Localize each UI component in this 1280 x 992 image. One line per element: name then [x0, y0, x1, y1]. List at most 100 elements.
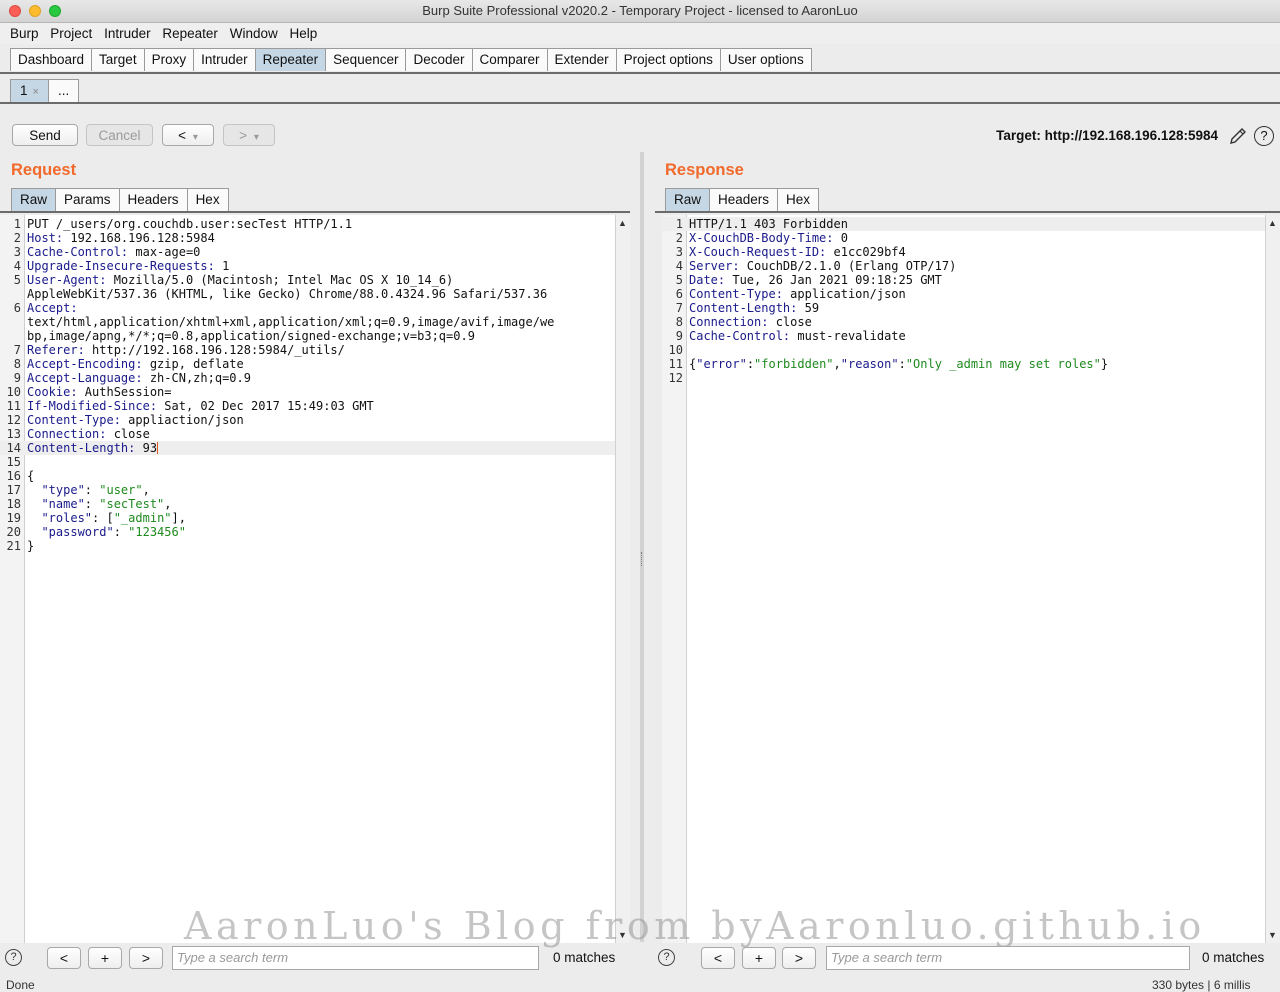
request-code-line: 12 Content-Type: appliaction/json — [0, 413, 615, 427]
response-search-input[interactable]: Type a search term — [826, 946, 1190, 970]
pencil-icon[interactable] — [1228, 126, 1248, 146]
cancel-button[interactable]: Cancel — [86, 124, 153, 146]
line-text: Connection: close — [27, 427, 150, 441]
line-text: Connection: close — [689, 315, 812, 329]
json-punct: : [ — [92, 511, 114, 525]
header-name: X-CouchDB-Body-Time: — [689, 231, 834, 245]
forward-button[interactable]: > ▾ — [223, 124, 275, 146]
response-tab-hex[interactable]: Hex — [777, 188, 820, 211]
new-repeater-tab[interactable]: ... — [47, 79, 80, 102]
request-code-line: 6 Accept: — [0, 301, 615, 315]
response-search-bar: ? < + > Type a search term 0 matches — [650, 946, 1280, 972]
response-search-help-icon[interactable]: ? — [658, 949, 675, 966]
response-search-add-button[interactable]: + — [742, 947, 776, 969]
request-tab-params[interactable]: Params — [55, 188, 120, 211]
menu-repeater[interactable]: Repeater — [162, 26, 218, 41]
request-tab-headers[interactable]: Headers — [118, 188, 188, 211]
response-code-line: 1 HTTP/1.1 403 Forbidden — [662, 217, 1265, 231]
header-name: User-Agent: — [27, 273, 107, 287]
pane-splitter[interactable] — [640, 152, 644, 942]
response-scrollbar[interactable]: ▲ ▼ — [1265, 215, 1280, 943]
header-value: 93 — [135, 441, 158, 455]
maximize-window-icon[interactable] — [49, 5, 61, 17]
close-tab-icon[interactable]: × — [33, 86, 39, 98]
header-value: Sat, 02 Dec 2017 15:49:03 GMT — [157, 399, 374, 413]
send-button[interactable]: Send — [12, 124, 78, 146]
line-text: bp,image/apng,*/*;q=0.8,application/sign… — [27, 329, 475, 343]
back-dropdown-icon[interactable]: ▾ — [193, 132, 198, 143]
scroll-up-icon[interactable]: ▲ — [1268, 218, 1277, 228]
line-number: 2 — [675, 231, 683, 245]
request-code-line: 17 "type": "user", — [0, 483, 615, 497]
request-search-input[interactable]: Type a search term — [172, 946, 539, 970]
header-value: max-age=0 — [128, 245, 201, 259]
request-search-next-button[interactable]: > — [129, 947, 163, 969]
response-code-line: 5 Date: Tue, 26 Jan 2021 09:18:25 GMT — [662, 273, 1265, 287]
json-string: "Only _admin may set roles" — [905, 357, 1101, 371]
line-text: { — [27, 469, 34, 483]
splitter-grip-icon[interactable] — [641, 552, 644, 566]
line-text: "roles": ["_admin"], — [27, 511, 186, 525]
request-tab-hex[interactable]: Hex — [186, 188, 229, 211]
tab-project-options[interactable]: Project options — [615, 48, 721, 71]
tab-proxy[interactable]: Proxy — [143, 48, 195, 71]
tab-target[interactable]: Target — [91, 48, 145, 71]
header-name: Content-Type: — [689, 287, 783, 301]
tab-intruder[interactable]: Intruder — [193, 48, 256, 71]
header-value: must-revalidate — [790, 329, 906, 343]
header-value: appliaction/json — [120, 413, 244, 427]
menu-project[interactable]: Project — [50, 26, 92, 41]
tab-dashboard[interactable]: Dashboard — [10, 48, 93, 71]
menu-burp[interactable]: Burp — [10, 26, 39, 41]
request-editor[interactable]: 1 PUT /_users/org.couchdb.user:secTest HT… — [0, 215, 615, 943]
response-search-matches: 0 matches — [1202, 950, 1265, 965]
scroll-down-icon[interactable]: ▼ — [1268, 930, 1277, 940]
line-text: If-Modified-Since: Sat, 02 Dec 2017 15:4… — [27, 399, 374, 413]
response-tab-raw[interactable]: Raw — [665, 188, 711, 211]
line-number: 17 — [6, 483, 21, 497]
response-tab-headers[interactable]: Headers — [709, 188, 779, 211]
response-editor[interactable]: 1 HTTP/1.1 403 Forbidden 2 X-CouchDB-Body-T… — [662, 215, 1265, 943]
response-code-line: 8 Connection: close — [662, 315, 1265, 329]
header-name: Content-Length: — [27, 441, 136, 455]
header-name: X-Couch-Request-ID: — [689, 245, 827, 259]
request-search-add-button[interactable]: + — [88, 947, 122, 969]
minimize-window-icon[interactable] — [29, 5, 41, 17]
repeater-tab-1[interactable]: 1 × — [10, 79, 49, 102]
json-punct: , — [833, 357, 841, 371]
tab-comparer[interactable]: Comparer — [471, 48, 548, 71]
json-key: "roles" — [27, 511, 93, 525]
close-window-icon[interactable] — [9, 5, 21, 17]
scroll-up-icon[interactable]: ▲ — [618, 218, 627, 228]
request-scrollbar[interactable]: ▲ ▼ — [615, 215, 630, 943]
tab-repeater[interactable]: Repeater — [254, 48, 327, 71]
tab-sequencer[interactable]: Sequencer — [325, 48, 407, 71]
line-number: 8 — [13, 357, 21, 371]
request-tab-raw[interactable]: Raw — [11, 188, 57, 211]
json-string: "123456" — [128, 525, 186, 539]
back-button[interactable]: < ▾ — [162, 124, 214, 146]
menu-help[interactable]: Help — [289, 26, 317, 41]
forward-dropdown-icon[interactable]: ▾ — [254, 132, 259, 143]
request-search-help-icon[interactable]: ? — [5, 949, 22, 966]
tab-user-options[interactable]: User options — [719, 48, 812, 71]
window-title: Burp Suite Professional v2020.2 - Tempor… — [422, 3, 858, 18]
request-code-line: 19 "roles": ["_admin"], — [0, 511, 615, 525]
line-number: 15 — [6, 455, 21, 469]
response-search-prev-button[interactable]: < — [701, 947, 735, 969]
menu-intruder[interactable]: Intruder — [104, 26, 151, 41]
json-punct: , — [142, 483, 150, 497]
response-search-next-button[interactable]: > — [782, 947, 816, 969]
line-text: "password": "123456" — [27, 525, 186, 539]
header-name: Cache-Control: — [27, 245, 129, 259]
menu-window[interactable]: Window — [230, 26, 278, 41]
header-name: Content-Type: — [27, 413, 121, 427]
response-code-line: 7 Content-Length: 59 — [662, 301, 1265, 315]
tab-extender[interactable]: Extender — [546, 48, 617, 71]
tab-decoder[interactable]: Decoder — [405, 48, 473, 71]
back-arrow-icon: < — [178, 128, 187, 143]
request-search-prev-button[interactable]: < — [47, 947, 81, 969]
help-icon[interactable]: ? — [1254, 126, 1274, 146]
request-code-line: 5 User-Agent: Mozilla/5.0 (Macintosh; Int… — [0, 273, 615, 287]
request-code-line: 2 Host: 192.168.196.128:5984 — [0, 231, 615, 245]
